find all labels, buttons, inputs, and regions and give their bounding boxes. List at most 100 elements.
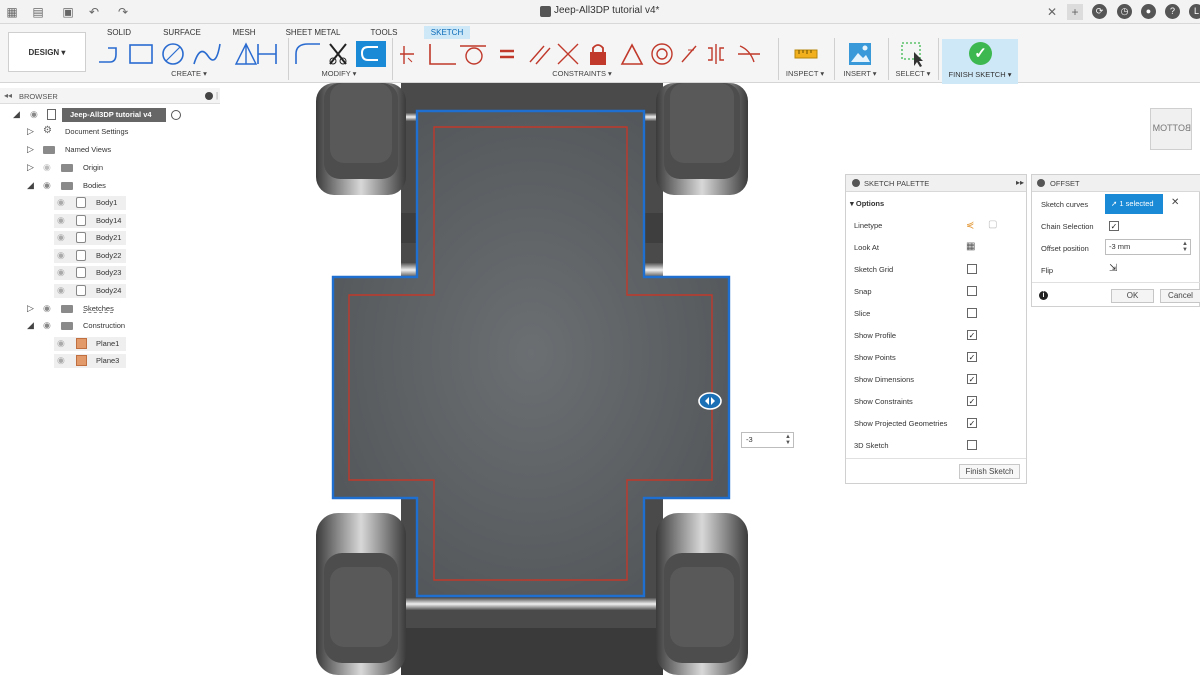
equal-tool-icon[interactable] bbox=[500, 49, 514, 59]
eye-hidden-icon[interactable]: ◉ bbox=[57, 267, 69, 278]
centerline-linetype-icon[interactable]: ▢ bbox=[988, 219, 997, 230]
rectangle-tool-icon[interactable] bbox=[129, 44, 153, 64]
tree-item-body24[interactable]: ◉ Body24 bbox=[0, 284, 222, 298]
show-points-checkbox[interactable]: ✓ bbox=[967, 352, 977, 362]
select-menu[interactable]: SELECT ▾ bbox=[892, 69, 934, 78]
tree-item-construction[interactable]: ◢ ◉ Construction bbox=[0, 319, 222, 333]
line-tool-icon[interactable] bbox=[99, 47, 117, 63]
close-tab-icon[interactable]: ✕ bbox=[1044, 4, 1060, 20]
dimension-tool-icon[interactable] bbox=[400, 46, 414, 64]
expanded-triangle-icon[interactable]: ◢ bbox=[13, 109, 23, 120]
tree-item-origin[interactable]: ▷ ◉ Origin bbox=[0, 161, 222, 175]
midpoint-tool-icon[interactable] bbox=[620, 43, 644, 65]
eye-hidden-icon[interactable]: ◉ bbox=[57, 338, 69, 349]
new-tab-icon[interactable]: + bbox=[1067, 4, 1083, 20]
collapsed-triangle-icon[interactable]: ▷ bbox=[27, 126, 37, 137]
tab-sketch[interactable]: SKETCH bbox=[424, 26, 470, 39]
finish-sketch-button[interactable]: ✓ FINISH SKETCH ▾ bbox=[942, 39, 1018, 84]
options-section-toggle[interactable]: ▾ Options bbox=[850, 199, 884, 208]
tree-root[interactable]: ◢ ◉ Jeep-All3DP tutorial v4 bbox=[0, 108, 222, 122]
offset-dimension-input[interactable]: -3 ▲ ▼ bbox=[741, 432, 794, 448]
tree-item-body21[interactable]: ◉ Body21 bbox=[0, 231, 222, 245]
perpendicular-tool-icon[interactable] bbox=[557, 43, 579, 65]
collapsed-triangle-icon[interactable]: ▷ bbox=[27, 303, 37, 314]
insert-menu[interactable]: INSERT ▾ bbox=[838, 69, 882, 78]
select-tool-icon[interactable] bbox=[900, 40, 926, 68]
job-status-icon[interactable]: ◷ bbox=[1117, 4, 1132, 19]
extensions-icon[interactable]: ⟳ bbox=[1092, 4, 1107, 19]
sketch-curves-selector[interactable]: ➚ 1 selected bbox=[1105, 194, 1163, 214]
circle-tool-icon[interactable] bbox=[162, 43, 184, 65]
tree-item-body23[interactable]: ◉ Body23 bbox=[0, 266, 222, 280]
constraints-menu[interactable]: CONSTRAINTS ▾ bbox=[398, 69, 766, 78]
tree-item-bodies[interactable]: ◢ ◉ Bodies bbox=[0, 179, 222, 193]
show-constraints-checkbox[interactable]: ✓ bbox=[967, 396, 977, 406]
redo-icon[interactable]: ↷ bbox=[115, 4, 131, 20]
info-icon[interactable]: i bbox=[1039, 291, 1048, 300]
tree-item-body14[interactable]: ◉ Body14 bbox=[0, 214, 222, 228]
expand-palette-icon[interactable]: ▸▸ bbox=[1016, 178, 1024, 187]
eye-hidden-icon[interactable]: ◉ bbox=[57, 285, 69, 296]
expanded-triangle-icon[interactable]: ◢ bbox=[27, 320, 37, 331]
offset-tool-icon[interactable] bbox=[356, 41, 386, 67]
tangent-tool-icon[interactable] bbox=[460, 45, 486, 65]
undo-icon[interactable]: ↶ bbox=[86, 4, 102, 20]
tree-item-sketches[interactable]: ▷ ◉ Sketches bbox=[0, 302, 222, 316]
symmetry-tool-icon[interactable] bbox=[708, 44, 724, 64]
offset-position-input[interactable]: -3 mm ▲ ▼ bbox=[1105, 239, 1191, 255]
show-projected-geometries-checkbox[interactable]: ✓ bbox=[967, 418, 977, 428]
offset-drag-handle[interactable] bbox=[698, 392, 722, 410]
eye-hidden-icon[interactable]: ◉ bbox=[43, 162, 55, 173]
design-workspace-button[interactable]: DESIGN ▾ bbox=[8, 32, 86, 72]
collapsed-triangle-icon[interactable]: ▷ bbox=[27, 144, 37, 155]
look-at-icon[interactable]: ▦ bbox=[966, 241, 975, 252]
tree-item-body22[interactable]: ◉ Body22 bbox=[0, 249, 222, 263]
tree-item-plane1[interactable]: ◉ Plane1 bbox=[0, 337, 222, 351]
ok-button[interactable]: OK bbox=[1111, 289, 1154, 303]
tab-mesh[interactable]: MESH bbox=[226, 26, 262, 39]
tree-item-plane3[interactable]: ◉ Plane3 bbox=[0, 354, 222, 368]
collinear-tool-icon[interactable] bbox=[681, 45, 697, 63]
show-profile-checkbox[interactable]: ✓ bbox=[967, 330, 977, 340]
tab-tools[interactable]: TOOLS bbox=[364, 26, 404, 39]
3d-sketch-checkbox[interactable] bbox=[967, 440, 977, 450]
snap-checkbox[interactable] bbox=[967, 286, 977, 296]
viewcube[interactable]: BOTTOM bbox=[1150, 108, 1192, 150]
parallel-tool-icon[interactable] bbox=[529, 45, 551, 65]
collapsed-triangle-icon[interactable]: ▷ bbox=[27, 162, 37, 173]
slice-checkbox[interactable] bbox=[967, 308, 977, 318]
insert-image-icon[interactable] bbox=[848, 40, 872, 68]
clear-selection-icon[interactable]: ✕ bbox=[1171, 197, 1179, 208]
palette-grip-icon[interactable] bbox=[852, 179, 860, 187]
eye-hidden-icon[interactable]: ◉ bbox=[57, 197, 69, 208]
coincident-tool-icon[interactable] bbox=[429, 44, 456, 65]
tree-item-named-views[interactable]: ▷ Named Views bbox=[0, 143, 222, 157]
tab-solid[interactable]: SOLID bbox=[98, 26, 140, 39]
eye-hidden-icon[interactable]: ◉ bbox=[57, 232, 69, 243]
browser-options-icon[interactable] bbox=[205, 92, 213, 100]
curvature-tool-icon[interactable] bbox=[738, 45, 760, 63]
eye-icon[interactable]: ◉ bbox=[43, 303, 55, 314]
construction-linetype-icon[interactable]: ⋞ bbox=[966, 220, 974, 231]
modify-menu[interactable]: MODIFY ▾ bbox=[292, 69, 386, 78]
tab-surface[interactable]: SURFACE bbox=[158, 26, 206, 39]
trim-tool-icon[interactable] bbox=[329, 43, 347, 65]
eye-icon[interactable]: ◉ bbox=[43, 180, 55, 191]
tab-sheet-metal[interactable]: SHEET METAL bbox=[284, 26, 342, 39]
expanded-triangle-icon[interactable]: ◢ bbox=[27, 180, 37, 191]
help-icon[interactable]: ? bbox=[1165, 4, 1180, 19]
collapse-browser-icon[interactable]: ◂◂ bbox=[4, 91, 12, 100]
tree-item-body1[interactable]: ◉ Body1 bbox=[0, 196, 222, 210]
account-avatar[interactable]: L bbox=[1189, 4, 1200, 19]
sketch-grid-checkbox[interactable] bbox=[967, 264, 977, 274]
chain-selection-checkbox[interactable]: ✓ bbox=[1109, 221, 1119, 231]
file-icon[interactable]: ▤ bbox=[30, 4, 46, 20]
save-icon[interactable]: ▣ bbox=[60, 4, 76, 20]
eye-hidden-icon[interactable]: ◉ bbox=[57, 215, 69, 226]
eye-hidden-icon[interactable]: ◉ bbox=[57, 250, 69, 261]
arc-tool-icon[interactable] bbox=[193, 43, 221, 65]
create-menu[interactable]: CREATE ▾ bbox=[96, 69, 282, 78]
palette-finish-sketch-button[interactable]: Finish Sketch bbox=[959, 464, 1020, 479]
fillet-tool-icon[interactable] bbox=[295, 43, 320, 64]
spinner-arrows-icon[interactable]: ▲ ▼ bbox=[1182, 241, 1188, 253]
